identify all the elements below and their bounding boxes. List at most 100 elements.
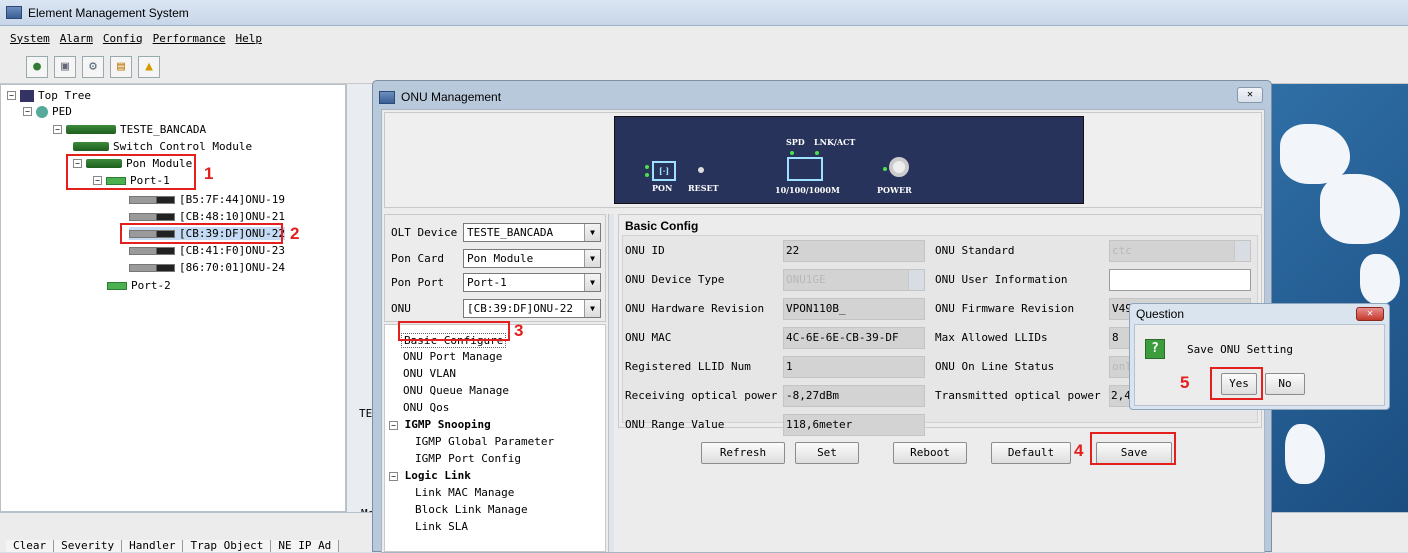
menu-alarm[interactable]: Alarm xyxy=(60,32,93,45)
standard-label: ONU Standard xyxy=(935,244,1015,257)
module-icon xyxy=(73,142,109,151)
collapse-icon[interactable]: − xyxy=(53,125,62,134)
tree-onu-label: [CB:41:F0]ONU-23 xyxy=(179,244,285,257)
no-button[interactable]: No xyxy=(1265,373,1305,395)
dropdown-arrow-icon xyxy=(1234,241,1250,261)
online-status-label: ONU On Line Status xyxy=(935,360,1055,373)
col-trap-object[interactable]: Trap Object xyxy=(183,540,272,552)
menu-igmp-port[interactable]: IGMP Port Config xyxy=(415,452,521,465)
default-button[interactable]: Default xyxy=(991,442,1071,464)
menu-system[interactable]: System xyxy=(10,32,50,45)
tree-onu[interactable]: [B5:7F:44]ONU-19 xyxy=(129,193,285,206)
menu-onu-qos[interactable]: ONU Qos xyxy=(403,401,449,414)
mac-value: 4C-6E-6E-CB-39-DF xyxy=(783,327,925,349)
tree-ped[interactable]: − PED xyxy=(23,105,72,118)
tree-root[interactable]: − Top Tree xyxy=(7,89,91,102)
collapse-icon[interactable]: − xyxy=(389,421,398,430)
device-type-select[interactable]: ONU1GE xyxy=(783,269,925,291)
fw-revision-label: ONU Firmware Revision xyxy=(935,302,1075,315)
set-button[interactable]: Set xyxy=(795,442,859,464)
tree-root-label: Top Tree xyxy=(38,89,91,102)
menu-onu-port-manage[interactable]: ONU Port Manage xyxy=(403,350,502,363)
dialog-title-bar: ONU Management xyxy=(379,87,501,107)
ethernet-port-icon xyxy=(787,157,823,181)
question-title: Question xyxy=(1136,307,1185,321)
topology-button[interactable]: ● xyxy=(26,55,48,78)
olt-device-select[interactable]: TESTE_BANCADA ▼ xyxy=(463,223,601,242)
report-icon: ▤ xyxy=(117,59,125,74)
annotation-4: 4 xyxy=(1074,441,1084,460)
tree-onu-label: [CB:48:10]ONU-21 xyxy=(179,210,285,223)
device-button[interactable]: ▣ xyxy=(54,55,76,78)
annotation-3: 3 xyxy=(514,321,524,340)
reboot-button[interactable]: Reboot xyxy=(893,442,967,464)
question-close-button[interactable]: ✕ xyxy=(1356,307,1384,321)
collapse-icon[interactable]: − xyxy=(389,472,398,481)
question-icon: ? xyxy=(1145,339,1165,359)
power-jack-icon xyxy=(889,157,909,177)
collapse-icon[interactable]: − xyxy=(7,91,16,100)
tree-onu[interactable]: [86:70:01]ONU-24 xyxy=(129,261,285,274)
root-icon xyxy=(20,89,34,102)
mac-label: ONU MAC xyxy=(625,331,672,344)
menu-config[interactable]: Config xyxy=(103,32,143,45)
tree-switch[interactable]: Switch Control Module xyxy=(73,140,252,153)
pon-port-select[interactable]: Port-1 ▼ xyxy=(463,273,601,292)
port-label: Pon Port xyxy=(391,276,444,289)
tree-port-2[interactable]: Port-2 xyxy=(107,279,171,292)
gear-icon: ⚙ xyxy=(89,59,97,74)
split-handle[interactable] xyxy=(608,214,614,552)
report-button[interactable]: ▤ xyxy=(110,55,132,78)
device-icon: ▣ xyxy=(61,59,69,74)
dropdown-arrow-icon[interactable]: ▼ xyxy=(584,250,600,267)
menu-onu-queue[interactable]: ONU Queue Manage xyxy=(403,384,509,397)
close-button[interactable]: ✕ xyxy=(1237,87,1263,103)
tree-onu-label: [86:70:01]ONU-24 xyxy=(179,261,285,274)
user-info-label: ONU User Information xyxy=(935,273,1068,286)
col-handler[interactable]: Handler xyxy=(122,540,184,552)
annotation-box-4 xyxy=(1090,432,1176,465)
dropdown-arrow-icon[interactable]: ▼ xyxy=(584,300,600,317)
menu-block-link[interactable]: Block Link Manage xyxy=(415,503,528,516)
tree-onu[interactable]: [CB:48:10]ONU-21 xyxy=(129,210,285,223)
reset-label: RESET xyxy=(688,183,719,193)
menu-igmp-global[interactable]: IGMP Global Parameter xyxy=(415,435,554,448)
alarm-button[interactable]: ▲ xyxy=(138,55,160,78)
menu-onu-vlan[interactable]: ONU VLAN xyxy=(403,367,456,380)
menu-help[interactable]: Help xyxy=(235,32,262,45)
dropdown-arrow-icon[interactable]: ▼ xyxy=(584,224,600,241)
dropdown-arrow-icon[interactable]: ▼ xyxy=(584,274,600,291)
settings-button[interactable]: ⚙ xyxy=(82,55,104,78)
col-severity[interactable]: Severity xyxy=(54,540,123,552)
menu-logic-link[interactable]: − Logic Link xyxy=(389,469,471,482)
standard-select[interactable]: ctc xyxy=(1109,240,1251,262)
menu-bar: System Alarm Config Performance Help xyxy=(0,26,1408,50)
annotation-box-2 xyxy=(120,223,283,244)
col-ne-ip[interactable]: NE IP Ad xyxy=(271,540,340,552)
card-label: Pon Card xyxy=(391,252,444,265)
onu-select[interactable]: [CB:39:DF]ONU-22 ▼ xyxy=(463,299,601,318)
power-label: POWER xyxy=(877,185,912,195)
onu-value: [CB:39:DF]ONU-22 xyxy=(467,302,573,315)
config-menu-tree: Basic Configure ONU Port Manage ONU VLAN… xyxy=(384,324,606,552)
app-icon xyxy=(6,6,22,19)
tree-bancada[interactable]: − TESTE_BANCADA xyxy=(53,123,206,136)
pon-label: PON xyxy=(652,183,673,193)
range-value: 118,6meter xyxy=(783,414,925,436)
user-info-input[interactable] xyxy=(1109,269,1251,291)
hw-revision-value: VPON110B_ xyxy=(783,298,925,320)
menu-igmp-snooping[interactable]: − IGMP Snooping xyxy=(389,418,491,431)
menu-link-sla[interactable]: Link SLA xyxy=(415,520,468,533)
max-llid-label: Max Allowed LLIDs xyxy=(935,331,1048,344)
app-title: Element Management System xyxy=(28,5,189,20)
refresh-button[interactable]: Refresh xyxy=(701,442,785,464)
menu-link-mac[interactable]: Link MAC Manage xyxy=(415,486,514,499)
dropdown-arrow-icon xyxy=(908,270,924,290)
collapse-icon[interactable]: − xyxy=(23,107,32,116)
onu-icon xyxy=(129,246,175,255)
menu-performance[interactable]: Performance xyxy=(153,32,226,45)
pon-card-select[interactable]: Pon Module ▼ xyxy=(463,249,601,268)
globe-icon: ● xyxy=(33,59,41,74)
col-clear[interactable]: Clear xyxy=(6,540,55,552)
tree-onu[interactable]: [CB:41:F0]ONU-23 xyxy=(129,244,285,257)
